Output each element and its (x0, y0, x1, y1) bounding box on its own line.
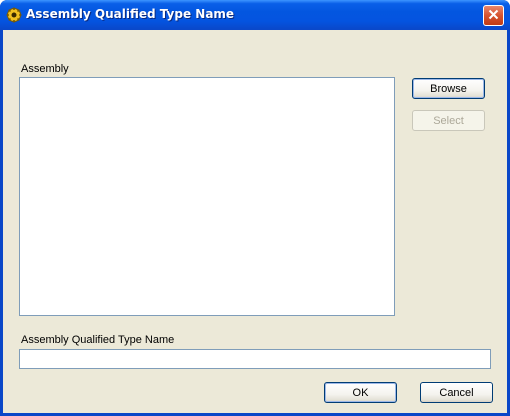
window-title: Assembly Qualified Type Name (26, 7, 235, 21)
close-icon (488, 7, 499, 25)
select-button[interactable]: Select (412, 110, 485, 131)
type-name-input[interactable] (19, 349, 491, 369)
dialog-window: Assembly Qualified Type Name Assembly Br… (0, 0, 510, 416)
assembly-label: Assembly (21, 63, 69, 75)
dialog-client-area: Assembly Browse Select Assembly Qualifie… (3, 30, 507, 413)
type-name-label: Assembly Qualified Type Name (21, 334, 175, 346)
cancel-button[interactable]: Cancel (420, 382, 493, 403)
ok-button[interactable]: OK (324, 382, 397, 403)
browse-button[interactable]: Browse (412, 78, 485, 99)
title-bar[interactable]: Assembly Qualified Type Name (0, 0, 510, 30)
close-button[interactable] (483, 5, 504, 26)
gear-icon (6, 7, 22, 23)
assembly-list[interactable] (19, 77, 395, 316)
